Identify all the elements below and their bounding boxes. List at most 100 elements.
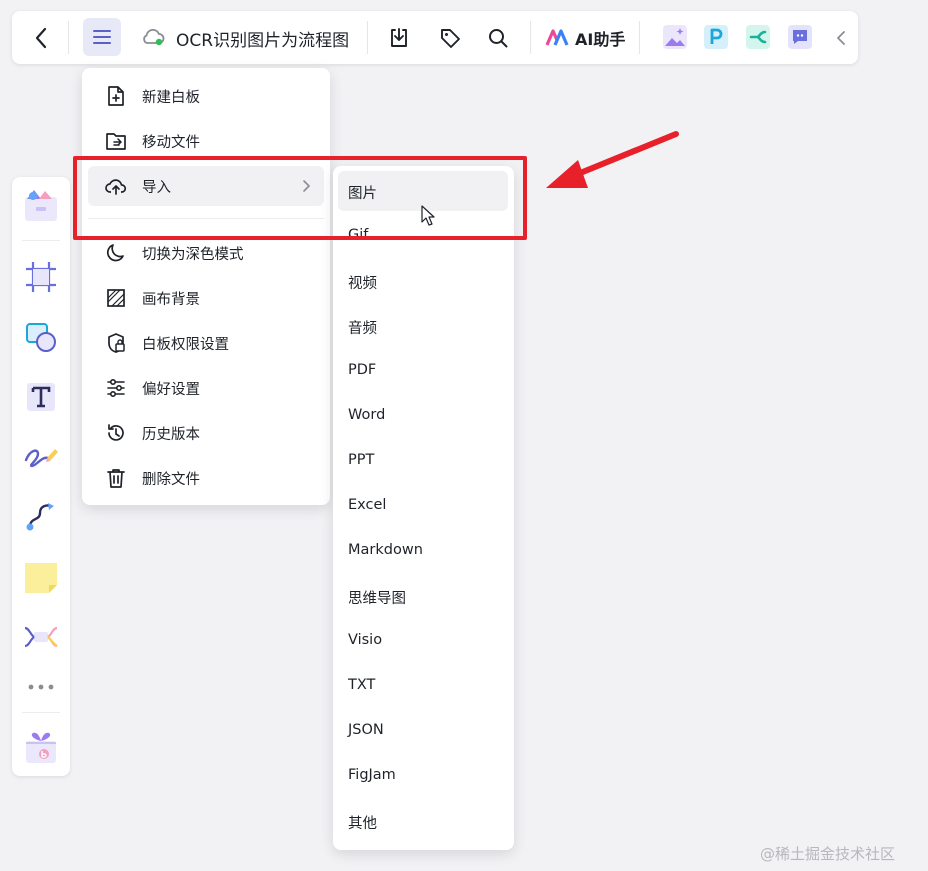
import-option-excel[interactable]: Excel bbox=[338, 486, 508, 526]
import-option-label: PPT bbox=[348, 452, 375, 468]
image-app-button[interactable] bbox=[662, 24, 688, 50]
sticky-note-icon bbox=[25, 563, 57, 593]
cloud-sync-icon bbox=[143, 28, 165, 46]
arrow-annotation-icon bbox=[546, 131, 679, 188]
file-menu: 新建白板 移动文件 导入 切换为深色模式 画布背景 白板权限设置 偏好设置 历史… bbox=[82, 68, 330, 505]
import-option-label: 视频 bbox=[348, 276, 377, 292]
menu-item-canvas-background[interactable]: 画布背景 bbox=[88, 278, 324, 318]
pen-icon bbox=[24, 449, 58, 468]
import-option-label: Visio bbox=[348, 632, 383, 648]
import-option-visio[interactable]: Visio bbox=[338, 621, 508, 661]
import-submenu: 图片 Gif 视频 音频 PDF Word PPT Excel Markdown… bbox=[333, 166, 514, 850]
top-toolbar: OCR识别图片为流程图 AI助手 bbox=[12, 11, 858, 64]
more-tools-button[interactable] bbox=[21, 667, 61, 707]
shape-tool[interactable] bbox=[21, 317, 61, 357]
import-option-label: Word bbox=[348, 407, 386, 423]
collapse-toolbar-button[interactable] bbox=[832, 25, 850, 51]
template-tool[interactable] bbox=[21, 185, 61, 225]
permission-icon bbox=[108, 333, 125, 353]
import-option-pdf[interactable]: PDF bbox=[338, 351, 508, 391]
import-option-ppt[interactable]: PPT bbox=[338, 441, 508, 481]
import-option-label: TXT bbox=[348, 677, 376, 693]
menu-item-board-permissions[interactable]: 白板权限设置 bbox=[88, 323, 324, 363]
import-option-markdown[interactable]: Markdown bbox=[338, 531, 508, 571]
text-icon bbox=[27, 383, 55, 411]
sliders-icon bbox=[107, 378, 125, 398]
watermark: @稀土掘金技术社区 bbox=[760, 845, 896, 863]
back-icon bbox=[35, 27, 47, 49]
template-icon bbox=[25, 190, 57, 221]
connector-tool[interactable] bbox=[21, 497, 61, 537]
document-title[interactable]: OCR识别图片为流程图 bbox=[176, 23, 349, 53]
import-option-json[interactable]: JSON bbox=[338, 711, 508, 751]
import-option-figjam[interactable]: FigJam bbox=[338, 756, 508, 796]
menu-item-label: 新建白板 bbox=[142, 89, 200, 106]
more-icon bbox=[28, 684, 54, 690]
import-option-label: PDF bbox=[348, 362, 377, 378]
chat-app-button[interactable] bbox=[787, 24, 813, 50]
frame-tool[interactable] bbox=[21, 257, 61, 297]
tag-icon bbox=[441, 29, 460, 48]
sticky-note-tool[interactable] bbox=[21, 557, 61, 597]
import-option-label: JSON bbox=[348, 722, 384, 738]
menu-icon bbox=[93, 30, 111, 44]
import-option-txt[interactable]: TXT bbox=[338, 666, 508, 706]
mouse-cursor-icon bbox=[421, 205, 435, 226]
p-app-button[interactable] bbox=[703, 24, 729, 50]
gift-icon bbox=[26, 732, 56, 763]
mindmap-app-icon bbox=[746, 25, 770, 49]
tag-button[interactable] bbox=[436, 23, 464, 53]
connector-icon bbox=[26, 503, 54, 531]
import-option-label: 思维导图 bbox=[348, 591, 406, 607]
p-app-icon bbox=[704, 25, 728, 49]
shape-icon bbox=[26, 323, 56, 352]
menu-item-label: 历史版本 bbox=[142, 426, 200, 443]
trash-icon bbox=[107, 469, 125, 488]
history-icon bbox=[108, 424, 124, 441]
menu-item-label: 删除文件 bbox=[142, 471, 200, 488]
mindmap-app-button[interactable] bbox=[745, 24, 771, 50]
text-tool[interactable] bbox=[21, 377, 61, 417]
menu-item-preferences[interactable]: 偏好设置 bbox=[88, 368, 324, 408]
new-board-icon bbox=[108, 86, 124, 106]
download-button[interactable] bbox=[385, 23, 413, 53]
menu-item-delete[interactable]: 删除文件 bbox=[88, 458, 324, 498]
import-option-word[interactable]: Word bbox=[338, 396, 508, 436]
search-icon bbox=[489, 29, 508, 48]
import-option-video[interactable]: 视频 bbox=[338, 261, 508, 301]
download-icon bbox=[391, 28, 407, 47]
moon-icon bbox=[107, 244, 124, 262]
import-option-label: 音频 bbox=[348, 321, 377, 337]
import-option-label: FigJam bbox=[348, 767, 396, 783]
import-option-audio[interactable]: 音频 bbox=[338, 306, 508, 346]
menu-button[interactable] bbox=[83, 18, 121, 56]
import-option-label: Markdown bbox=[348, 542, 423, 558]
gift-tool[interactable] bbox=[21, 727, 61, 767]
back-button[interactable] bbox=[27, 23, 55, 53]
search-button[interactable] bbox=[484, 23, 512, 53]
canvas-background-icon bbox=[107, 289, 125, 307]
mindmap-icon bbox=[24, 626, 58, 648]
ai-assistant-label: AI助手 bbox=[575, 30, 626, 49]
import-option-mindmap[interactable]: 思维导图 bbox=[338, 576, 508, 616]
highlight-box bbox=[73, 156, 527, 240]
import-option-label: Excel bbox=[348, 497, 387, 513]
menu-item-label: 移动文件 bbox=[142, 134, 200, 151]
menu-item-label: 画布背景 bbox=[142, 291, 200, 308]
menu-item-label: 偏好设置 bbox=[142, 381, 200, 398]
import-option-other[interactable]: 其他 bbox=[338, 801, 508, 841]
frame-icon bbox=[26, 262, 56, 292]
menu-item-history[interactable]: 历史版本 bbox=[88, 413, 324, 453]
pen-tool[interactable] bbox=[21, 437, 61, 477]
menu-item-move-file[interactable]: 移动文件 bbox=[88, 121, 324, 161]
ai-logo-icon bbox=[545, 29, 569, 46]
left-toolbar bbox=[12, 177, 70, 776]
collapse-icon bbox=[837, 31, 845, 45]
mindmap-tool[interactable] bbox=[21, 617, 61, 657]
menu-item-label: 白板权限设置 bbox=[142, 336, 229, 353]
ai-assistant-button[interactable]: AI助手 bbox=[545, 22, 625, 54]
import-option-label: 其他 bbox=[348, 816, 377, 832]
image-app-icon bbox=[663, 25, 687, 49]
menu-item-new-board[interactable]: 新建白板 bbox=[88, 76, 324, 116]
cloud-sync-status bbox=[140, 26, 166, 48]
